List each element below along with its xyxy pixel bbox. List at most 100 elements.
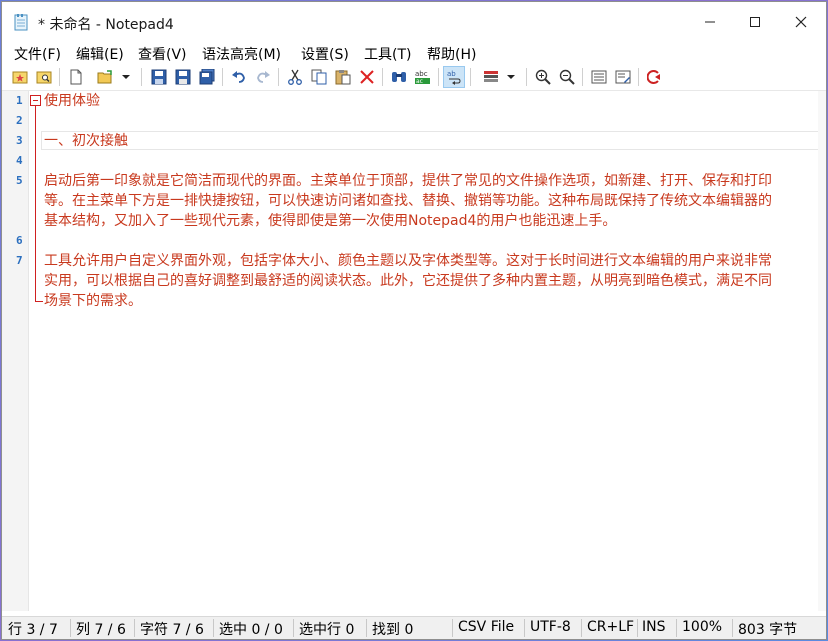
fold-guide [35,106,36,302]
save-button[interactable] [148,66,170,88]
find-icon [392,72,406,82]
text-line-5: 启动后第一印象就是它简洁而现代的界面。主菜单位于顶部，提供了常见的文件操作选项，… [44,173,772,189]
word-wrap-button[interactable]: ab [443,66,465,88]
close-button[interactable] [778,2,824,42]
favorites-icon [12,71,28,84]
line-number: 2 [16,114,23,127]
vertical-scrollbar[interactable] [818,91,826,611]
open-file-button[interactable] [95,66,117,88]
svg-text:ac: ac [416,78,423,85]
current-line-highlight [41,131,821,150]
view-button[interactable] [588,66,610,88]
menu-bar: 文件(F) 编辑(E) 查看(V) 语法高亮(M) 设置(S) 工具(T) 帮助… [2,42,826,64]
menu-settings[interactable]: 设置(S) [301,44,349,64]
favorites-button[interactable] [9,66,31,88]
redo-icon [257,71,270,83]
zoom-out-icon [559,69,575,85]
maximize-button[interactable] [732,2,778,42]
menu-view[interactable]: 查看(V) [138,44,187,64]
svg-text:ab: ab [447,70,456,78]
line-number: 7 [16,254,23,267]
minimize-button[interactable] [687,2,733,42]
text-line-7-wrap-2: 场景下的需求。 [44,293,142,309]
find-in-files-button[interactable] [33,66,55,88]
status-eol[interactable]: CR+LF [587,619,634,635]
menu-syntax[interactable]: 语法高亮(M) [202,44,281,64]
fold-toggle[interactable] [30,95,41,106]
replace-button[interactable]: abc ac [412,66,434,88]
text-line-7: 工具允许用户自定义界面外观，包括字体大小、颜色主题以及字体类型等。这对于长时间进… [44,253,772,269]
status-line: 行 3 / 7 [8,622,58,638]
maximize-icon [750,17,760,27]
status-column: 列 7 / 6 [76,622,126,638]
line-number-gutter [2,91,29,611]
toolbar: abc ac ab [2,64,826,90]
scheme-dropdown[interactable] [504,66,518,88]
copy-button[interactable] [308,66,330,88]
text-line-5-wrap-2: 基本结构，又加入了一些现代元素，使得即使是第一次使用Notepad4的用户也能迅… [44,213,617,229]
minimize-icon [705,21,715,23]
status-file-size: 803 字节 [738,622,798,638]
window-title: * 未命名 - Notepad4 [38,17,174,33]
zoom-in-button[interactable] [532,66,554,88]
text-line-5-wrap-1: 等。在主菜单下方是一排快捷按钮，可以快速访问诸如查找、替换、撤销等功能。这种布局… [44,193,772,209]
menu-help[interactable]: 帮助(H) [427,44,476,64]
view-icon [591,70,607,84]
replace-icon: abcac [415,70,430,85]
status-insert-mode[interactable]: INS [642,619,666,635]
line-number: 6 [16,234,23,247]
scheme-icon [484,71,498,82]
delete-button[interactable] [356,66,378,88]
close-icon [795,16,807,28]
zoom-out-button[interactable] [556,66,578,88]
status-selected-lines: 选中行 0 [299,622,355,638]
menu-file[interactable]: 文件(F) [14,44,61,64]
save-copy-button[interactable] [196,66,218,88]
settings-icon [615,70,631,84]
menu-edit[interactable]: 编辑(E) [76,44,124,64]
word-wrap-icon: ab [447,70,461,85]
exit-button[interactable] [644,66,666,88]
open-recent-dropdown[interactable] [119,66,133,88]
text-line-7-wrap-1: 实用，可以根据自己的喜好调整到最舒适的阅读状态。此外，它还提供了多种内置主题，从… [44,273,772,289]
fold-guide-end [35,301,43,302]
status-found: 找到 0 [372,622,414,638]
status-char: 字符 7 / 6 [140,622,204,638]
undo-button[interactable] [228,66,250,88]
find-button[interactable] [388,66,410,88]
status-bar: 行 3 / 7 列 7 / 6 字符 7 / 6 选中 0 / 0 选中行 0 … [2,616,826,639]
text-line-1: 使用体验 [44,93,100,109]
line-number: 4 [16,154,23,167]
redo-button[interactable] [252,66,274,88]
paste-icon [335,70,351,85]
svg-text:abc: abc [415,70,428,78]
new-file-button[interactable] [65,66,87,88]
line-number: 5 [16,174,23,187]
title-bar[interactable]: * 未命名 - Notepad4 [2,2,826,42]
cut-icon [288,69,302,85]
save-as-icon [175,69,191,85]
find-in-files-icon [36,71,52,84]
undo-icon [232,71,245,83]
menu-tools[interactable]: 工具(T) [364,44,411,64]
paste-button[interactable] [332,66,354,88]
exit-icon [647,70,660,84]
editor-area[interactable]: 1 2 3 4 5 6 7 使用体验 一、初次接触 启动后第一印象就是它简洁而现… [2,90,826,611]
line-number: 3 [16,134,23,147]
status-zoom[interactable]: 100% [682,619,722,635]
scheme-button[interactable] [480,66,502,88]
save-as-button[interactable] [172,66,194,88]
notepad4-window: * 未命名 - Notepad4 文件(F) 编辑(E) 查看(V) 语法高亮(… [1,1,827,640]
status-encoding[interactable]: UTF-8 [530,619,571,635]
notepad-app-icon [14,14,28,31]
cut-button[interactable] [284,66,306,88]
status-selection: 选中 0 / 0 [219,622,283,638]
text-line-3: 一、初次接触 [44,133,128,149]
open-file-icon [97,70,112,84]
delete-icon [360,70,374,84]
dropdown-icon [507,75,515,79]
dropdown-icon [122,75,130,79]
settings-button[interactable] [612,66,634,88]
line-number: 1 [16,94,23,107]
status-lexer[interactable]: CSV File [458,619,514,635]
